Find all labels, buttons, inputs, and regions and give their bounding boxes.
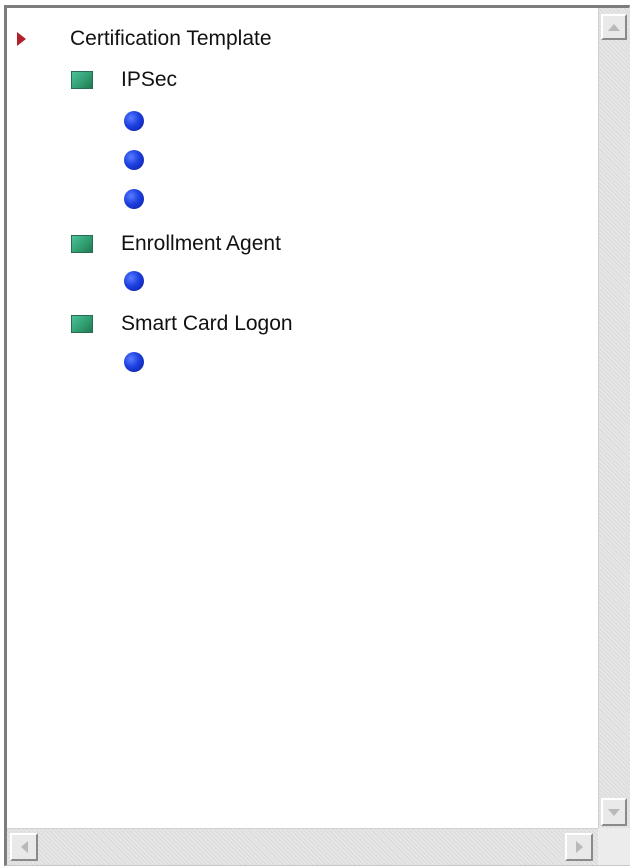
tree-node-label: IPSec: [121, 68, 178, 91]
tree-node-ipsec[interactable]: IPSec: [71, 66, 177, 94]
scroll-down-button[interactable]: [601, 798, 627, 826]
tree-view-panel: Certification Template IPSec Enrollment …: [4, 5, 630, 866]
tree-node-label: Enrollment Agent: [121, 232, 281, 255]
tree-leaf[interactable]: [124, 146, 144, 174]
horizontal-scrollbar[interactable]: [7, 828, 598, 865]
arrow-down-icon: [608, 808, 620, 816]
tree-leaf[interactable]: [124, 107, 144, 135]
tree-node-root[interactable]: Certification Template: [17, 25, 272, 53]
tree-node-label: Smart Card Logon: [121, 312, 293, 335]
arrow-right-icon: [575, 841, 583, 853]
arrow-left-icon: [20, 841, 28, 853]
tree-node-enrollment-agent[interactable]: Enrollment Agent: [71, 230, 281, 258]
blue-dot-icon: [124, 111, 144, 131]
arrow-up-icon: [608, 23, 620, 31]
green-square-icon: [71, 71, 93, 89]
tree-leaf[interactable]: [124, 185, 144, 213]
blue-dot-icon: [124, 271, 144, 291]
blue-dot-icon: [124, 189, 144, 209]
red-arrow-icon: [17, 32, 26, 46]
vertical-scrollbar[interactable]: [598, 8, 630, 828]
tree-node-smart-card-logon[interactable]: Smart Card Logon: [71, 310, 293, 338]
scrollbar-corner: [598, 828, 630, 865]
green-square-icon: [71, 235, 93, 253]
green-square-icon: [71, 315, 93, 333]
tree-node-label: Certification Template: [70, 27, 272, 50]
scroll-up-button[interactable]: [601, 14, 627, 40]
tree-view: Certification Template IPSec Enrollment …: [7, 8, 598, 828]
blue-dot-icon: [124, 150, 144, 170]
tree-leaf[interactable]: [124, 348, 144, 376]
scroll-left-button[interactable]: [10, 833, 38, 861]
scroll-right-button[interactable]: [565, 833, 593, 861]
tree-leaf[interactable]: [124, 267, 144, 295]
blue-dot-icon: [124, 352, 144, 372]
